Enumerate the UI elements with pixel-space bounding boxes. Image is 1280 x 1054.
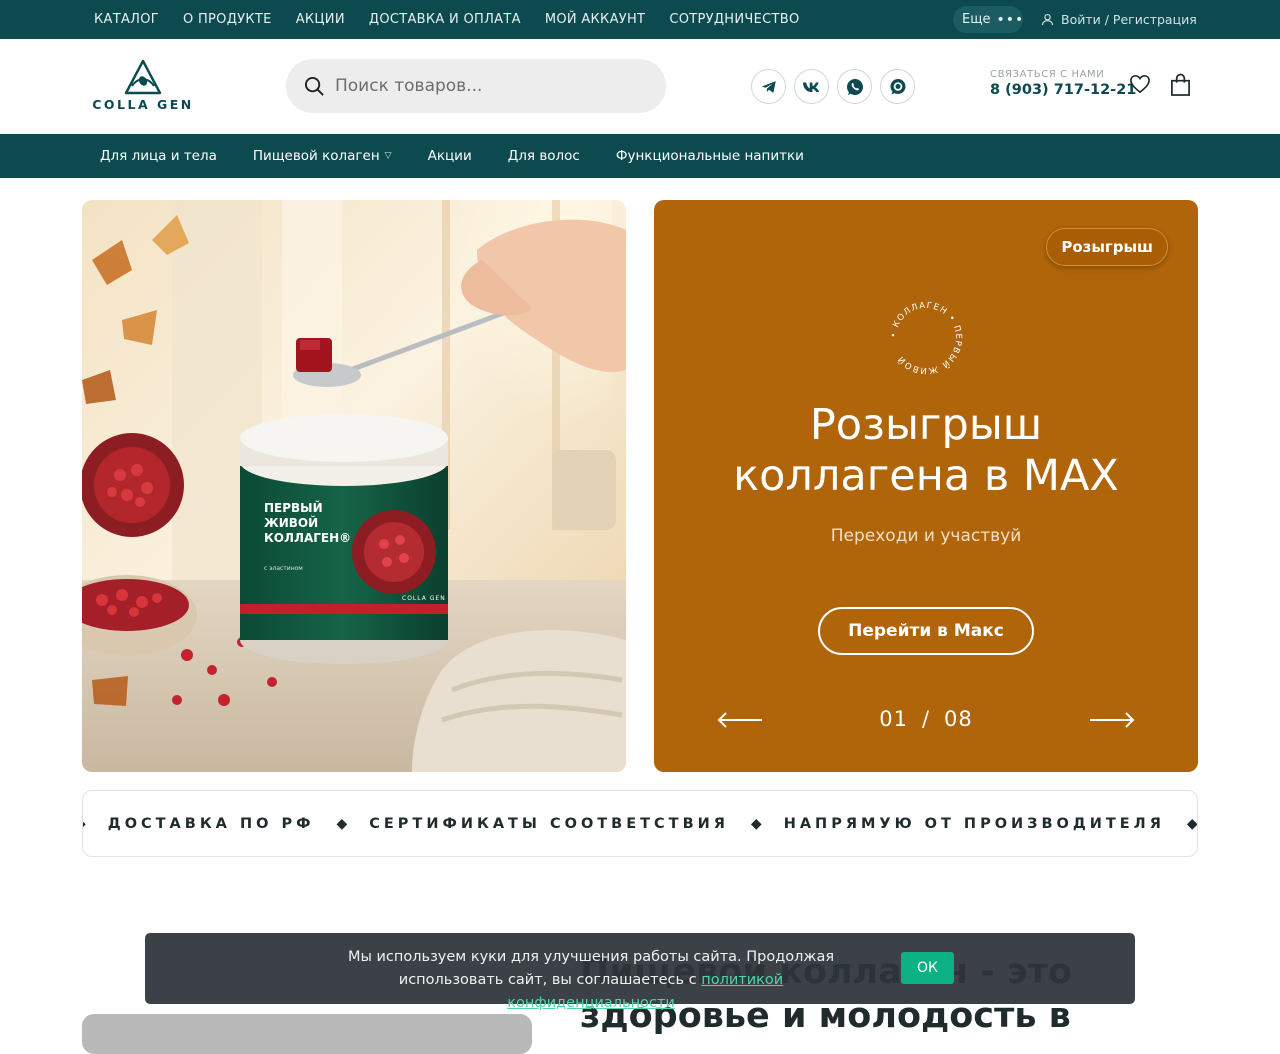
seal-text: • КОЛЛАГЕН • ПЕРВЫЙ ЖИВОЙ [889,301,962,375]
go-to-max-button[interactable]: Перейти в Макс [818,607,1034,655]
product-photo-illustration: ПЕРВЫЙ ЖИВОЙ КОЛЛАГЕН® с эластином COLLA… [82,200,626,772]
hero-title: Розыгрыш коллагена в МАХ [654,400,1198,502]
cart-icon[interactable] [1170,73,1191,97]
jar-brand: COLLA GEN [402,595,446,602]
slide-total: 08 [944,707,973,731]
category-face-body[interactable]: Для лица и тела [100,148,217,164]
search-bar [286,59,666,113]
chevron-down-icon: ▽ [384,151,392,161]
top-bar: КАТАЛОГ О ПРОДУКТЕ АКЦИИ ДОСТАВКА И ОПЛА… [0,0,1280,39]
contact-block: СВЯЗАТЬСЯ С НАМИ 8 (903) 717-12-21 [990,69,1136,98]
category-label: Пищевой колаген [252,148,380,164]
category-label: Для лица и тела [100,148,217,164]
search-input[interactable] [335,76,645,96]
jar-text-line1: ПЕРВЫЙ [264,500,323,515]
category-label: Акции [427,148,472,164]
hero-product-image[interactable]: ПЕРВЫЙ ЖИВОЙ КОЛЛАГЕН® с эластином COLLA… [82,200,626,772]
slide-separator: / [921,707,931,731]
cookie-banner: Мы используем куки для улучшения работы … [145,933,1135,1011]
telegram-icon[interactable] [751,69,786,104]
login-label: Войти / Регистрация [1061,12,1197,27]
hero-promo-card: Розыгрыш • КОЛЛАГЕН • ПЕРВЫЙ ЖИВОЙ Розыг… [654,200,1198,772]
logo-text: COLLA GEN [92,97,194,112]
hero-title-line2: коллагена в МАХ [733,451,1119,501]
diamond-icon: ◆ [750,815,762,832]
search-icon[interactable] [304,76,325,97]
phone-link[interactable]: 8 (903) 717-12-21 [990,82,1136,98]
marquee-track: ◆ ДОСТАВКА ПО РФ ◆ СЕРТИФИКАТЫ СООТВЕТСТ… [83,791,1198,856]
jar-subtext: с эластином [264,565,303,572]
cookie-text: Мы используем куки для улучшения работы … [335,946,847,1015]
cookie-ok-button[interactable]: ОК [901,952,954,984]
hero-subtitle: Переходи и участвуй [830,526,1022,546]
hero-title-line1: Розыгрыш [809,400,1043,450]
diamond-icon: ◆ [83,816,86,832]
jar-text-line3: КОЛЛАГЕН® [264,531,351,545]
category-sales[interactable]: Акции [428,148,472,164]
logo[interactable]: COLLA GEN [88,59,198,117]
header: COLLA GEN СВЯЗАТЬСЯ С НАМИ 8 (903) 717-1… [0,39,1280,134]
category-hair[interactable]: Для волос [508,148,580,164]
marquee-item: СЕРТИФИКАТЫ СООТВЕТСТВИЯ [369,815,729,832]
slide-current: 01 [879,707,908,731]
marquee-item: ДОСТАВКА ПО РФ [107,815,315,832]
vk-icon[interactable] [794,69,829,104]
diamond-icon: ◆ [336,815,348,832]
category-label: Для волос [507,148,580,164]
whatsapp-icon[interactable] [837,69,872,104]
top-nav-catalog[interactable]: КАТАЛОГ [94,12,159,27]
more-label: Еще [962,12,991,27]
jar-text-line2: ЖИВОЙ [264,515,318,530]
heart-icon[interactable] [1129,74,1151,94]
giveaway-badge: Розыгрыш [1046,228,1168,266]
login-link[interactable]: Войти / Регистрация [1041,0,1197,39]
top-nav-account[interactable]: МОЙ АККАУНТ [545,12,646,27]
top-nav: КАТАЛОГ О ПРОДУКТЕ АКЦИИ ДОСТАВКА И ОПЛА… [94,0,823,39]
top-nav-cooperation[interactable]: СОТРУДНИЧЕСТВО [669,12,799,27]
top-nav-delivery[interactable]: ДОСТАВКА И ОПЛАТА [369,12,521,27]
max-icon[interactable] [880,69,915,104]
marquee-item: НАПРЯМУЮ ОТ ПРОИЗВОДИТЕЛЯ [783,815,1165,832]
arrow-right-icon[interactable] [1088,710,1136,730]
contact-label: СВЯЗАТЬСЯ С НАМИ [990,69,1105,80]
category-food-collagen[interactable]: Пищевой колаген ▽ [253,148,392,164]
diamond-icon: ◆ [1186,815,1198,832]
category-label: Функциональные напитки [615,148,804,164]
more-dots-icon: ••• [996,11,1025,28]
top-nav-sales[interactable]: АКЦИИ [296,12,345,27]
logo-mark-icon [124,59,162,95]
top-nav-about[interactable]: О ПРОДУКТЕ [183,12,272,27]
category-drinks[interactable]: Функциональные напитки [616,148,804,164]
category-nav: Для лица и тела Пищевой колаген ▽ Акции Д… [100,134,840,178]
more-menu-button[interactable]: Еще ••• [953,6,1023,33]
benefits-marquee: ◆ ДОСТАВКА ПО РФ ◆ СЕРТИФИКАТЫ СООТВЕТСТ… [82,790,1198,857]
user-icon [1041,13,1054,26]
category-bar: Для лица и тела Пищевой колаген ▽ Акции Д… [0,134,1280,178]
lower-section-image [82,1014,532,1054]
social-links [751,69,923,104]
collagen-seal-icon: • КОЛЛАГЕН • ПЕРВЫЙ ЖИВОЙ [889,301,963,375]
svg-text:• КОЛЛАГЕН • ПЕРВЫЙ ЖИВОЙ: • КОЛЛАГЕН • ПЕРВЫЙ ЖИВОЙ [889,301,963,375]
